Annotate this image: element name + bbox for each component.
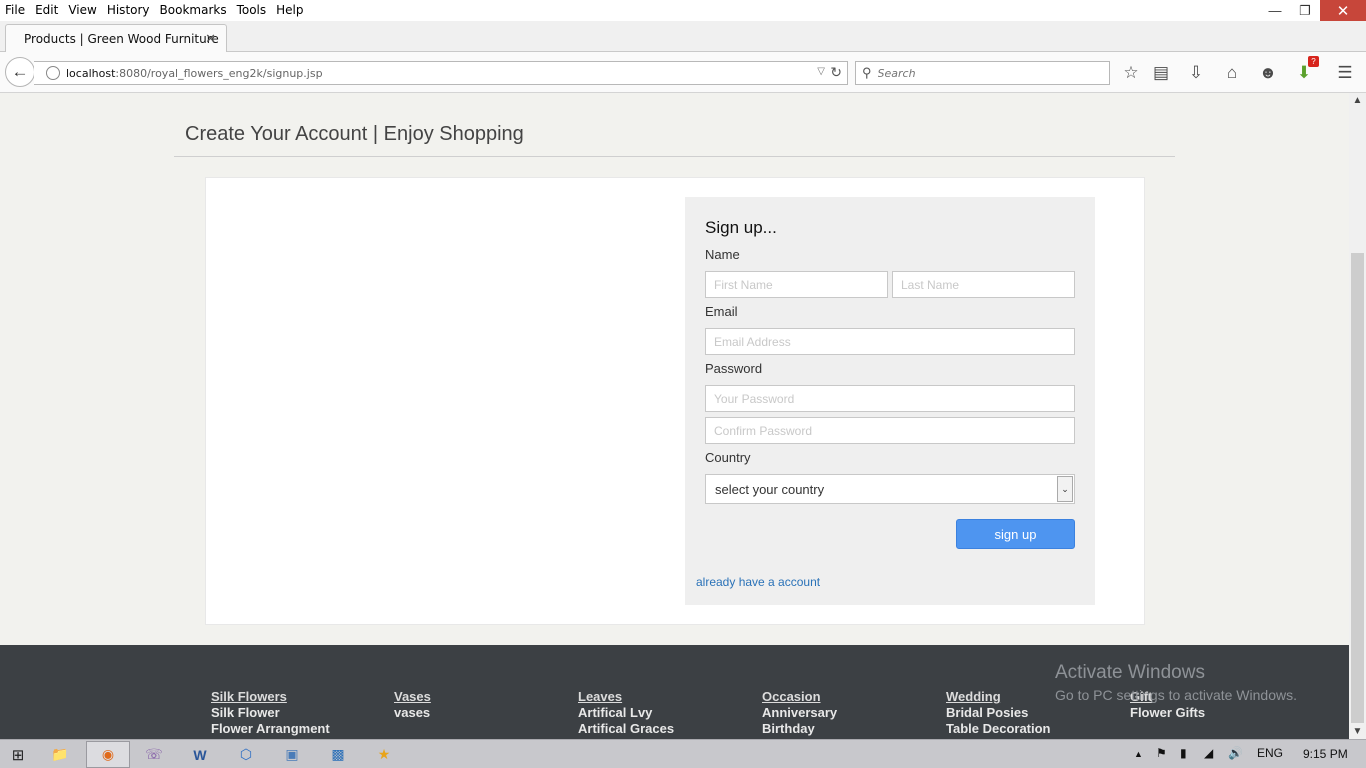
password-input[interactable] <box>705 385 1075 412</box>
footer-link[interactable]: Flower Gifts <box>1130 705 1205 721</box>
bookmark-star-icon[interactable]: ☆ <box>1120 62 1142 84</box>
url-host: localhost <box>66 66 116 80</box>
footer-link[interactable]: Anniversary <box>762 705 837 721</box>
back-button[interactable]: ← <box>5 57 35 87</box>
system-clock[interactable]: 9:15 PM <box>1303 747 1348 761</box>
reload-icon[interactable]: ↻ <box>830 64 842 81</box>
word-icon[interactable]: W <box>178 741 222 768</box>
footer-link[interactable]: Bridal Posies <box>946 705 1051 721</box>
email-input[interactable] <box>705 328 1075 355</box>
footer-column-vases: Vases vases <box>394 689 431 721</box>
power-icon[interactable]: ▮ <box>1180 746 1187 760</box>
activate-windows-watermark: Activate Windows Go to PC settings to ac… <box>1055 661 1297 705</box>
name-label: Name <box>705 247 740 262</box>
file-explorer-icon[interactable]: 📁 <box>38 741 82 768</box>
back-arrow-icon: ← <box>11 62 29 81</box>
photo-viewer-icon[interactable]: ▣ <box>270 741 314 768</box>
tab-strip: Products | Green Wood Furniture ✕ + <box>0 21 1366 67</box>
login-link[interactable]: already have a account <box>696 575 820 589</box>
download-helper-icon[interactable]: ⬇? <box>1293 56 1319 84</box>
browser-tab[interactable]: Products | Green Wood Furniture ✕ <box>5 24 227 53</box>
language-indicator[interactable]: ENG <box>1257 746 1283 760</box>
address-bar[interactable]: localhost:8080/royal_flowers_eng2k/signu… <box>34 61 848 85</box>
footer-link[interactable]: Birthday <box>762 721 837 737</box>
menu-bar: File Edit View History Bookmarks Tools H… <box>0 0 1366 21</box>
vertical-scrollbar[interactable]: ▲ ▼ <box>1349 93 1366 739</box>
remote-desktop-icon[interactable]: ▩ <box>316 741 360 768</box>
country-label: Country <box>705 450 751 465</box>
menu-file[interactable]: File <box>0 0 30 21</box>
menu-history[interactable]: History <box>102 0 155 21</box>
footer-heading[interactable]: Occasion <box>762 689 837 705</box>
windows-start-icon[interactable]: ⊞ <box>5 744 31 766</box>
menu-tools[interactable]: Tools <box>232 0 272 21</box>
url-path: :8080/royal_flowers_eng2k/signup.jsp <box>115 66 323 80</box>
taskbar: ⊞ 📁 ◉ ☏ W ⬡ ▣ ▩ ★ ▲ ⚑ ▮ ◢ 🔊 ENG 9:15 PM <box>0 739 1366 768</box>
minimize-button[interactable]: — <box>1260 0 1290 21</box>
sign-up-button[interactable]: sign up <box>956 519 1075 549</box>
viber-icon[interactable]: ☏ <box>132 741 176 768</box>
confirm-password-input[interactable] <box>705 417 1075 444</box>
footer-heading[interactable]: Silk Flowers <box>211 689 330 705</box>
footer-column-occasion: Occasion Anniversary Birthday <box>762 689 837 737</box>
tab-close-icon[interactable]: ✕ <box>205 31 216 47</box>
country-select[interactable]: select your country ⌄ <box>705 474 1075 504</box>
country-select-value: select your country <box>715 481 825 497</box>
password-label: Password <box>705 361 763 376</box>
title-divider <box>174 156 1175 157</box>
footer-column-wedding: Wedding Bridal Posies Table Decoration <box>946 689 1051 737</box>
footer-heading[interactable]: Vases <box>394 689 431 705</box>
scroll-up-icon[interactable]: ▲ <box>1349 95 1366 106</box>
footer-link[interactable]: Flower Arrangment <box>211 721 330 737</box>
footer-link[interactable]: Artifical Graces <box>578 721 674 737</box>
last-name-input[interactable] <box>892 271 1075 298</box>
menu-edit[interactable]: Edit <box>30 0 63 21</box>
scrollbar-thumb[interactable] <box>1351 253 1364 723</box>
menu-view[interactable]: View <box>63 0 101 21</box>
footer-link[interactable]: Silk Flower <box>211 705 330 721</box>
action-center-flag-icon[interactable]: ⚑ <box>1156 746 1167 760</box>
paint-icon[interactable]: ★ <box>362 741 406 768</box>
first-name-input[interactable] <box>705 271 888 298</box>
menu-help[interactable]: Help <box>271 0 308 21</box>
virtualbox-icon[interactable]: ⬡ <box>224 741 268 768</box>
page-title: Create Your Account | Enjoy Shopping <box>185 123 524 145</box>
restore-button[interactable]: ❐ <box>1290 0 1320 21</box>
close-window-button[interactable]: ✕ <box>1320 0 1366 21</box>
search-box[interactable]: ⚲ <box>855 61 1110 85</box>
downloads-icon[interactable]: ⇩ <box>1185 62 1207 84</box>
form-heading: Sign up... <box>705 218 777 237</box>
url-dropdown-icon[interactable]: ▽ <box>817 66 825 77</box>
footer-column-silk-flowers: Silk Flowers Silk Flower Flower Arrangme… <box>211 689 330 737</box>
footer-heading[interactable]: Leaves <box>578 689 674 705</box>
search-input[interactable] <box>877 66 1098 80</box>
home-icon[interactable]: ⌂ <box>1221 62 1243 84</box>
hamburger-menu-icon[interactable]: ☰ <box>1334 62 1356 84</box>
window-controls: — ❐ ✕ <box>1260 0 1366 21</box>
reading-list-icon[interactable]: ▤ <box>1150 62 1172 84</box>
chevron-down-icon[interactable]: ⌄ <box>1057 476 1073 502</box>
footer-heading[interactable]: Wedding <box>946 689 1051 705</box>
search-icon: ⚲ <box>862 65 872 80</box>
volume-icon[interactable]: 🔊 <box>1228 746 1243 760</box>
tab-title: Products | Green Wood Furniture <box>24 32 219 46</box>
email-label: Email <box>705 304 738 319</box>
site-footer: Silk Flowers Silk Flower Flower Arrangme… <box>0 645 1349 739</box>
activate-subtitle: Go to PC settings to activate Windows. <box>1055 687 1297 703</box>
tray-expand-icon[interactable]: ▲ <box>1134 749 1143 759</box>
firefox-icon[interactable]: ◉ <box>86 741 130 768</box>
chat-icon[interactable]: ☻ <box>1257 62 1279 84</box>
globe-icon <box>46 66 60 80</box>
nav-bar: ← localhost:8080/royal_flowers_eng2k/sig… <box>0 52 1366 93</box>
notification-badge: ? <box>1308 56 1319 67</box>
scroll-down-icon[interactable]: ▼ <box>1349 726 1366 737</box>
network-icon[interactable]: ◢ <box>1204 746 1213 760</box>
signup-form: Sign up... Name Email Password Country s… <box>685 197 1095 605</box>
activate-title: Activate Windows <box>1055 662 1205 683</box>
footer-link[interactable]: Table Decoration <box>946 721 1051 737</box>
footer-link[interactable]: vases <box>394 705 431 721</box>
menu-bookmarks[interactable]: Bookmarks <box>155 0 232 21</box>
footer-column-leaves: Leaves Artifical Lvy Artifical Graces <box>578 689 674 737</box>
footer-link[interactable]: Artifical Lvy <box>578 705 674 721</box>
